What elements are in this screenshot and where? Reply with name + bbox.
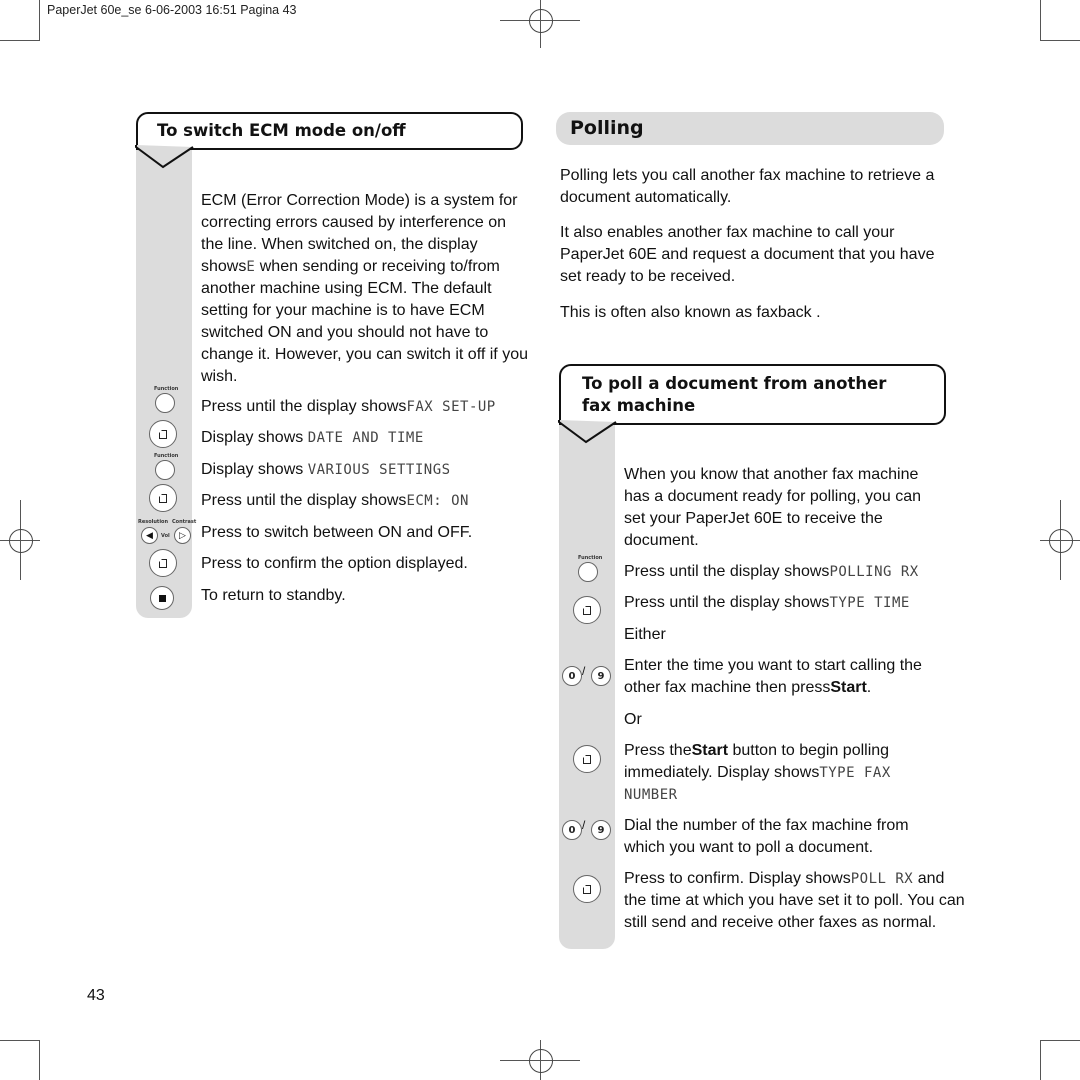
polling-paragraph: Polling lets you call another fax machin…	[560, 167, 935, 206]
start-key[interactable]	[573, 596, 601, 624]
right-key-strip	[559, 425, 615, 949]
number-key-9[interactable]: 9	[591, 666, 611, 686]
poll-heading: To poll a document from another fax mach…	[582, 374, 887, 415]
document-icon	[582, 753, 591, 764]
poll-heading-box: To poll a document from another fax mach…	[559, 364, 946, 425]
print-slug: PaperJet 60e_se 6-06-2003 16:51 Pagina 4…	[47, 3, 297, 17]
start-key[interactable]	[149, 484, 177, 512]
ecm-heading-tail	[135, 145, 194, 169]
start-key[interactable]	[573, 875, 601, 903]
lcd-text: VARIOUS SETTINGS	[307, 462, 451, 478]
document-icon	[582, 883, 591, 894]
lcd-text: E	[246, 259, 256, 275]
number-key-0[interactable]: 0	[562, 666, 582, 686]
polling-heading-bar: Polling	[556, 112, 944, 145]
or-label: Or	[624, 711, 642, 728]
function-key[interactable]	[155, 460, 175, 480]
left-arrow-icon: ◀	[146, 530, 153, 540]
either-label: Either	[624, 626, 666, 643]
start-button-ref: Start	[830, 679, 867, 696]
contrast-key-label: Contrast	[172, 519, 197, 525]
polling-paragraph: It also enables another fax machine to c…	[560, 224, 935, 285]
range-slash: /	[582, 818, 586, 832]
function-key-label: Function	[578, 555, 603, 561]
start-button-ref: Start	[691, 742, 729, 759]
function-key[interactable]	[155, 393, 175, 413]
document-icon	[158, 492, 167, 503]
resolution-left-key[interactable]: ◀	[141, 527, 158, 544]
resolution-key-label: Resolution	[138, 519, 169, 525]
page-number: 43	[87, 987, 105, 1004]
stop-key[interactable]	[150, 586, 174, 610]
contrast-right-key[interactable]: ▷	[174, 527, 191, 544]
start-key[interactable]	[149, 420, 177, 448]
lcd-text: DATE AND TIME	[307, 430, 424, 446]
function-key[interactable]	[578, 562, 598, 582]
lcd-text: TYPE TIME	[829, 595, 910, 611]
start-key[interactable]	[149, 549, 177, 577]
function-key-label: Function	[154, 386, 179, 392]
document-icon	[582, 604, 591, 615]
document-icon	[158, 428, 167, 439]
lcd-text: FAX SET-UP	[406, 399, 496, 415]
ecm-heading: To switch ECM mode on/off	[157, 121, 406, 140]
document-icon	[158, 557, 167, 568]
poll-heading-tail	[558, 420, 617, 444]
lcd-text: ECM: ON	[406, 493, 469, 509]
poll-intro: When you know that another fax machine h…	[624, 466, 922, 549]
number-key-9[interactable]: 9	[591, 820, 611, 840]
function-key-label: Function	[154, 453, 179, 459]
lcd-text: POLLING RX	[829, 564, 919, 580]
polling-paragraph: This is often also known as faxback .	[560, 304, 821, 321]
volume-label: Vol	[161, 533, 170, 539]
range-slash: /	[582, 664, 586, 678]
start-key[interactable]	[573, 745, 601, 773]
stop-icon	[158, 594, 166, 602]
right-arrow-icon: ▷	[179, 530, 186, 540]
left-key-strip	[136, 148, 192, 618]
lcd-text: POLL RX	[850, 871, 914, 887]
ecm-intro: ECM (Error Correction Mode) is a system …	[201, 192, 528, 385]
number-key-0[interactable]: 0	[562, 820, 582, 840]
polling-heading: Polling	[570, 117, 644, 139]
